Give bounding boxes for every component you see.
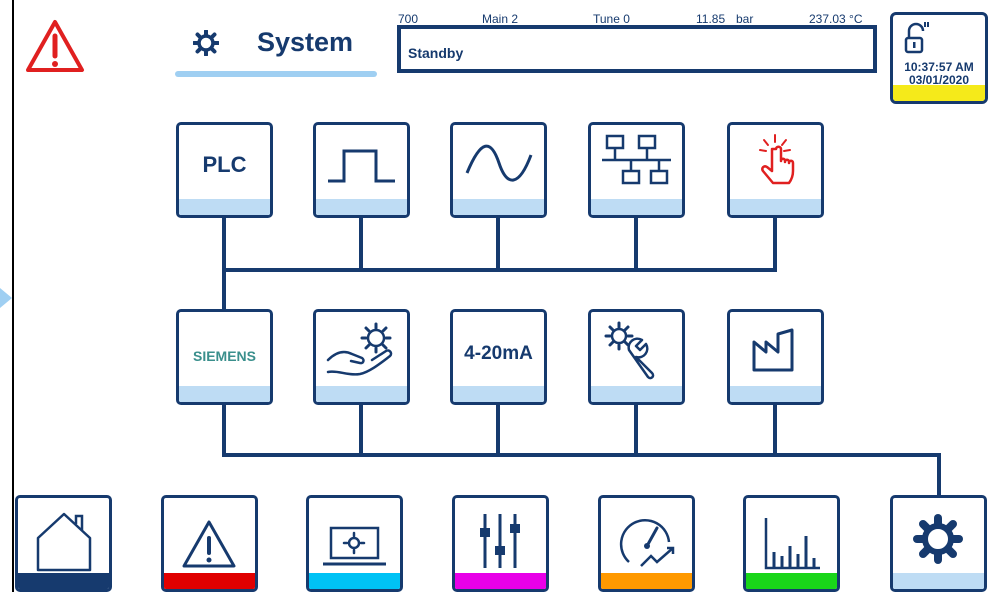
trends-button[interactable]: [743, 495, 840, 592]
status-tune: Tune 0: [593, 12, 630, 26]
touch-tile[interactable]: [727, 122, 824, 218]
nav-accent-performance: [601, 573, 692, 589]
network-tile[interactable]: [588, 122, 685, 218]
status-display: Standby: [397, 25, 877, 73]
tile-accent-bar: [453, 199, 544, 215]
unlock-icon: [904, 22, 929, 54]
settings-button[interactable]: [452, 495, 549, 592]
pulse-signal-icon: [328, 149, 395, 183]
factory-icon: [752, 328, 794, 372]
lock-clock-panel[interactable]: 10:37:57 AM 03/01/2020: [890, 12, 988, 104]
home-button[interactable]: [15, 495, 112, 592]
sine-tile[interactable]: [450, 122, 547, 218]
tile-accent-bar: [730, 199, 821, 215]
sliders-icon: [480, 514, 520, 568]
system-button[interactable]: [890, 495, 987, 592]
status-values: 700 Main 2 Tune 0 11.85 bar 237.03 °C: [398, 12, 881, 26]
status-value: 700: [398, 12, 419, 26]
tile-accent-bar: [316, 386, 407, 402]
gauge-trend-icon: [619, 518, 675, 567]
side-arrow-icon[interactable]: [0, 288, 12, 308]
plc-tile[interactable]: PLC: [176, 122, 273, 218]
lock-status-bar: [893, 85, 985, 101]
laptop-gear-icon: [323, 526, 386, 566]
nav-accent-settings: [455, 573, 546, 589]
touch-hand-icon: [759, 134, 795, 185]
tile-accent-bar: [591, 386, 682, 402]
tile-accent-bar: [316, 199, 407, 215]
nav-accent-monitor: [309, 573, 400, 589]
monitor-button[interactable]: [306, 495, 403, 592]
bar-chart-icon: [764, 518, 820, 570]
plant-tile[interactable]: [727, 309, 824, 405]
hmi-screen: System 700 Main 2 Tune 0 11.85 bar 237.0…: [0, 0, 994, 592]
clock-time: 10:37:57 AM: [904, 60, 974, 74]
alarms-button[interactable]: [161, 495, 258, 592]
page-title: System: [257, 27, 354, 57]
nav-accent-alarms: [164, 573, 255, 589]
tile-accent-bar: [453, 386, 544, 402]
tile-accent-bar: [179, 386, 270, 402]
tile-label-plc: PLC: [202, 152, 247, 177]
status-mode: Main 2: [482, 12, 519, 26]
sine-wave-icon: [465, 144, 533, 182]
nav-accent-trends: [746, 573, 837, 589]
warning-icon: [182, 520, 236, 568]
tile-label-analog: 4-20mA: [464, 343, 533, 364]
status-temperature: 237.03 °C: [809, 12, 863, 26]
service-tile[interactable]: [588, 309, 685, 405]
hand-gear-icon: [326, 322, 393, 376]
gear-icon: [913, 514, 963, 564]
tile-accent-bar: [730, 386, 821, 402]
performance-button[interactable]: [598, 495, 695, 592]
status-pressure-unit: bar: [736, 12, 754, 26]
tile-label-siemens: SIEMENS: [192, 348, 256, 364]
tile-accent-bar: [179, 199, 270, 215]
alarm-warning-icon[interactable]: [24, 18, 86, 74]
nav-accent-system: [893, 573, 984, 589]
nav-accent-home: [18, 573, 109, 589]
network-icon: [602, 134, 671, 185]
analog-tile[interactable]: 4-20mA: [450, 309, 547, 405]
maintenance-tile[interactable]: [313, 309, 410, 405]
gear-wrench-icon: [604, 321, 655, 380]
home-icon: [36, 512, 92, 572]
tile-accent-bar: [591, 199, 682, 215]
pulse-tile[interactable]: [313, 122, 410, 218]
gear-icon: [193, 30, 219, 56]
siemens-tile[interactable]: SIEMENS: [176, 309, 273, 405]
page-title-area: System: [175, 22, 377, 78]
title-underline: [175, 71, 377, 77]
status-text: Standby: [408, 45, 464, 61]
status-pressure: 11.85: [696, 12, 726, 26]
